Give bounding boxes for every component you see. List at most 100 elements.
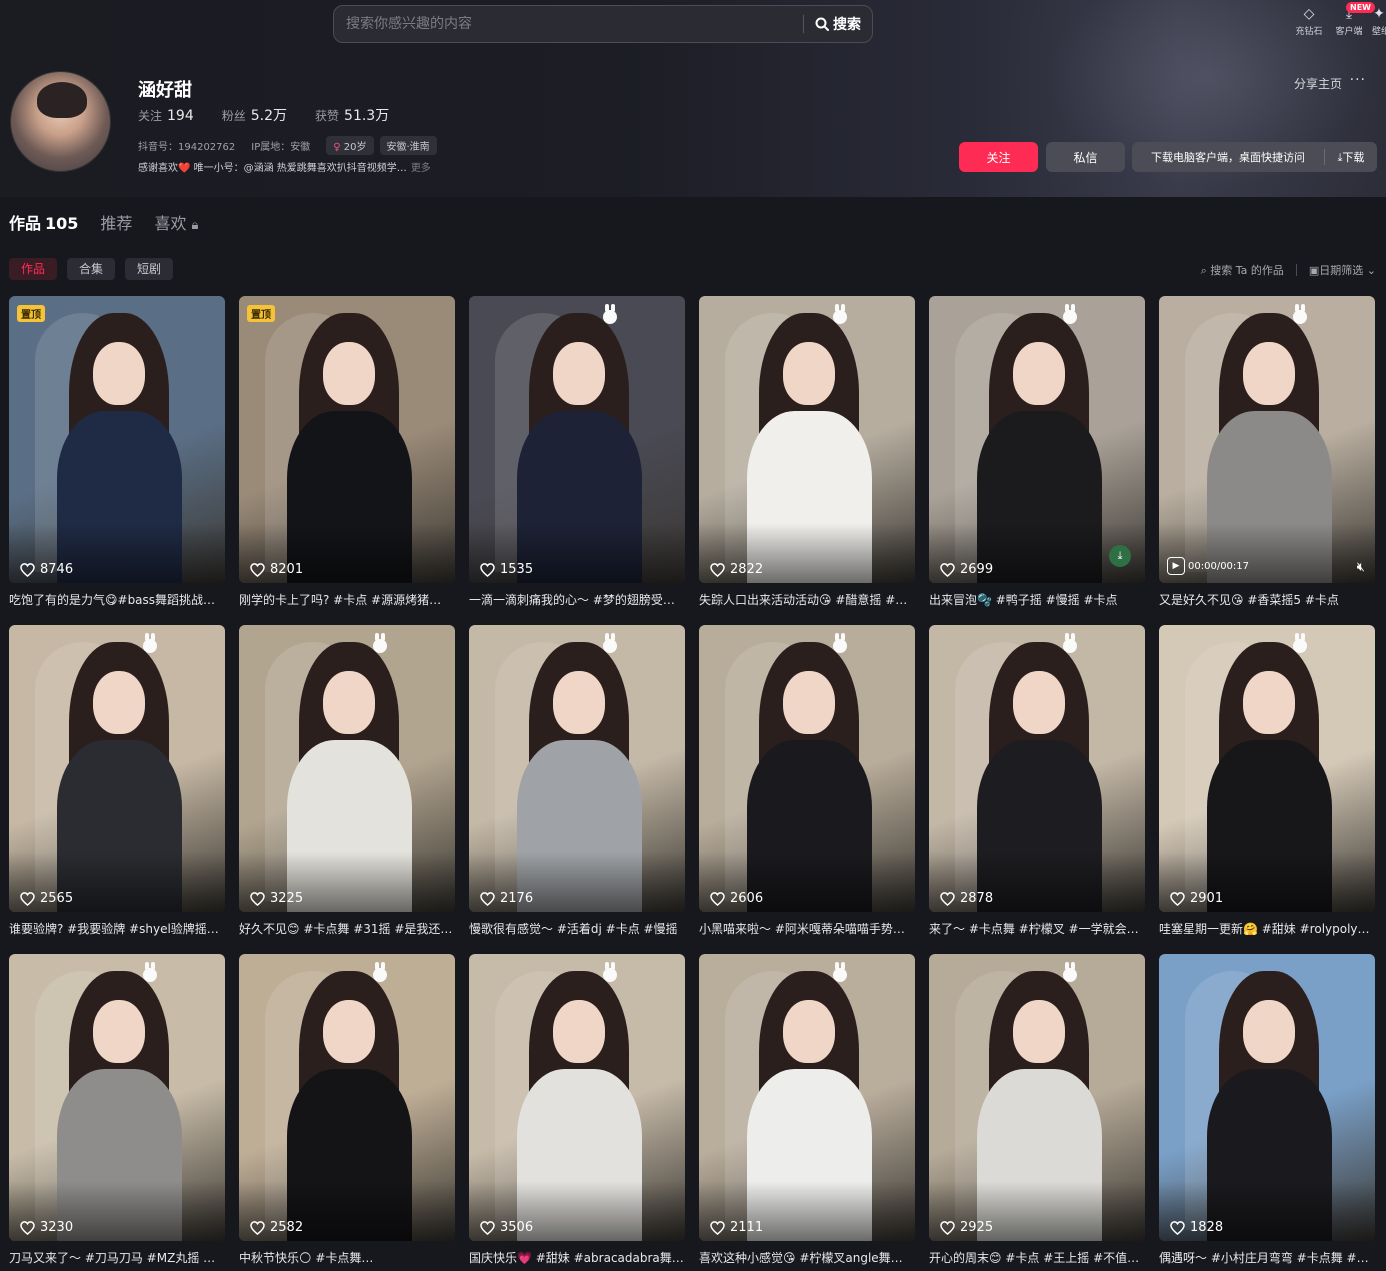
tab-recommend[interactable]: 推荐 (100, 210, 132, 234)
video-caption[interactable]: 吃饱了有的是力气😋#bass舞蹈挑战… (9, 591, 225, 608)
download-button[interactable]: ⤓下载 (1325, 149, 1377, 165)
video-caption[interactable]: 偶遇呀～ #小村庄月弯弯 #卡点舞 #… (1159, 1249, 1375, 1266)
video-card[interactable]: 2111 喜欢这种小感觉😘 #柠檬叉angle舞… (699, 954, 915, 1271)
heart-icon (940, 1220, 955, 1235)
video-thumbnail[interactable]: 2699 ⤓ (929, 296, 1145, 583)
top-action-wallpaper[interactable]: ✦ 壁纸 (1372, 4, 1386, 37)
thumbnail-figure-face (553, 999, 606, 1064)
profile-meta: 抖音号：194202762 IP属地：安徽 ♀ 20岁 安徽·淮南 (138, 136, 437, 155)
share-profile-button[interactable]: 分享主页 (1294, 75, 1342, 92)
subtab-short-dramas[interactable]: 短剧 (125, 258, 174, 280)
video-thumbnail[interactable]: 2111 (699, 954, 915, 1241)
like-count: 3506 (480, 1220, 533, 1235)
like-count: 2565 (20, 891, 73, 906)
like-count: 2111 (710, 1220, 763, 1235)
bunny-hairclip-icon (832, 633, 847, 654)
video-card[interactable]: 2176 慢歌很有感觉～ #活着dj #卡点 #慢摇 (469, 625, 685, 954)
more-options-icon[interactable]: ··· (1350, 72, 1366, 88)
video-thumbnail[interactable]: 2565 (9, 625, 225, 912)
video-card[interactable]: 置顶 8746 吃饱了有的是力气😋#bass舞蹈挑战… (9, 296, 225, 625)
tab-works[interactable]: 作品 105 (9, 210, 78, 234)
subtab-collections[interactable]: 合集 (67, 258, 116, 280)
works-count: 105 (45, 214, 79, 233)
download-icon[interactable]: ⤓ (1109, 545, 1131, 567)
video-thumbnail[interactable]: 置顶 8746 (9, 296, 225, 583)
video-card[interactable]: 3225 好久不见😊 #卡点舞 #31摇 #是我还… (239, 625, 455, 954)
top-action-diamond[interactable]: ◇ 充钻石 (1292, 4, 1326, 37)
video-thumbnail[interactable]: 3506 (469, 954, 685, 1241)
heart-icon (250, 562, 265, 577)
top-action-client[interactable]: NEW ⤓ 客户端 (1332, 2, 1375, 37)
top-action-label: 客户端 (1335, 27, 1363, 37)
video-caption[interactable]: 一滴一滴刺痛我的心～ #梦的翅膀受… (469, 591, 685, 608)
like-count: 3225 (250, 891, 303, 906)
video-thumbnail[interactable]: 2925 (929, 954, 1145, 1241)
video-caption[interactable]: 慢歌很有感觉～ #活着dj #卡点 #慢摇 (469, 920, 685, 937)
top-actions: ◇ 充钻石 NEW ⤓ 客户端 ✦ 壁纸 (1292, 2, 1386, 37)
desktop-client-button[interactable]: 下载电脑客户端，桌面快捷访问 ⤓下载 (1132, 142, 1377, 172)
video-caption[interactable]: 国庆快乐💗 #甜妹 #abracadabra舞… (469, 1249, 685, 1266)
video-caption[interactable]: 又是好久不见😘 #香菜摇5 #卡点 (1159, 591, 1375, 608)
video-caption[interactable]: 中秋节快乐🌕 #卡点舞… (239, 1249, 455, 1266)
video-card[interactable]: 2901 哇塞星期一更新🤗 #甜妹 #rolypoly… (1159, 625, 1375, 954)
video-caption[interactable]: 刚学的卡上了吗? #卡点 #源源烤猪… (239, 591, 455, 608)
message-button[interactable]: 私信 (1046, 142, 1125, 172)
video-thumbnail[interactable]: 置顶 8201 (239, 296, 455, 583)
diamond-icon: ◇ (1303, 6, 1315, 22)
play-icon[interactable]: ▶ (1167, 557, 1185, 575)
tab-likes[interactable]: 喜欢 🔒︎ (154, 210, 198, 234)
video-thumbnail[interactable]: 2606 (699, 625, 915, 912)
search-input[interactable] (334, 6, 803, 42)
search-box: 搜索 (333, 5, 873, 43)
video-card[interactable]: 2878 来了～ #卡点舞 #柠檬叉 #一学就会… (929, 625, 1145, 954)
video-caption[interactable]: 小黑喵来啦～ #阿米嘎蒂朵喵喵手势… (699, 920, 915, 937)
like-count: 2699 (940, 562, 993, 577)
video-thumbnail[interactable]: 2176 (469, 625, 685, 912)
video-card[interactable]: 2565 谁要验牌? #我要验牌 #shyel验牌摇… (9, 625, 225, 954)
video-thumbnail[interactable]: 3225 (239, 625, 455, 912)
search-button[interactable]: 搜索 (804, 6, 872, 42)
video-thumbnail[interactable]: 2901 (1159, 625, 1375, 912)
thumbnail-figure-face (323, 341, 376, 406)
avatar[interactable] (10, 71, 111, 172)
video-thumbnail[interactable]: 1828 (1159, 954, 1375, 1241)
video-caption[interactable]: 来了～ #卡点舞 #柠檬叉 #一学就会… (929, 920, 1145, 937)
video-caption[interactable]: 谁要验牌? #我要验牌 #shyel验牌摇… (9, 920, 225, 937)
video-card[interactable]: 1828 偶遇呀～ #小村庄月弯弯 #卡点舞 #… (1159, 954, 1375, 1271)
date-filter-button[interactable]: ▣日期筛选 ⌄ (1309, 262, 1376, 278)
video-caption[interactable]: 出来冒泡🫧 #鸭子摇 #慢摇 #卡点 (929, 591, 1145, 608)
likes-count: 51.3万 (344, 108, 390, 124)
video-card[interactable]: ▶ 00:00/00:17 🔇︎ 又是好久不见😘 #香菜摇5 #卡点 (1159, 296, 1375, 625)
lock-icon: 🔒︎ (191, 218, 199, 233)
video-caption[interactable]: 哇塞星期一更新🤗 #甜妹 #rolypoly… (1159, 920, 1375, 937)
search-works-button[interactable]: ⌕ 搜索 Ta 的作品 (1201, 262, 1284, 278)
wallpaper-icon: ✦ (1373, 6, 1385, 22)
video-thumbnail[interactable]: 3230 (9, 954, 225, 1241)
mute-icon[interactable]: 🔇︎ (1357, 560, 1365, 575)
video-card[interactable]: 3230 刀马又来了～ #刀马刀马 #MZ丸摇 #… (9, 954, 225, 1271)
bio-more-link[interactable]: 更多 (411, 163, 431, 174)
video-caption[interactable]: 开心的周末😊 #卡点 #王上摇 #不值… (929, 1249, 1145, 1266)
video-caption[interactable]: 喜欢这种小感觉😘 #柠檬叉angle舞… (699, 1249, 915, 1266)
video-caption[interactable]: 好久不见😊 #卡点舞 #31摇 #是我还… (239, 920, 455, 937)
video-card[interactable]: 置顶 8201 刚学的卡上了吗? #卡点 #源源烤猪… (239, 296, 455, 625)
video-card[interactable]: 3506 国庆快乐💗 #甜妹 #abracadabra舞… (469, 954, 685, 1271)
video-card[interactable]: 2925 开心的周末😊 #卡点 #王上摇 #不值… (929, 954, 1145, 1271)
video-card[interactable]: 2582 中秋节快乐🌕 #卡点舞… (239, 954, 455, 1271)
following-stat[interactable]: 关注 194 (138, 107, 194, 124)
video-thumbnail[interactable]: 2822 (699, 296, 915, 583)
video-card[interactable]: 2699 ⤓ 出来冒泡🫧 #鸭子摇 #慢摇 #卡点 (929, 296, 1145, 625)
followers-stat[interactable]: 粉丝 5.2万 (222, 105, 287, 125)
video-caption[interactable]: 刀马又来了～ #刀马刀马 #MZ丸摇 #… (9, 1249, 225, 1266)
video-thumbnail[interactable]: 2878 (929, 625, 1145, 912)
subtab-works[interactable]: 作品 (9, 258, 58, 280)
video-caption[interactable]: 失踪人口出来活动活动😘 #醋意摇 #… (699, 591, 915, 608)
video-thumbnail[interactable]: ▶ 00:00/00:17 🔇︎ (1159, 296, 1375, 583)
video-card[interactable]: 1535 一滴一滴刺痛我的心～ #梦的翅膀受… (469, 296, 685, 625)
video-thumbnail[interactable]: 1535 (469, 296, 685, 583)
video-thumbnail[interactable]: 2582 (239, 954, 455, 1241)
video-card[interactable]: 2822 失踪人口出来活动活动😘 #醋意摇 #… (699, 296, 915, 625)
follow-button[interactable]: 关注 (959, 142, 1038, 172)
video-card[interactable]: 2606 小黑喵来啦～ #阿米嘎蒂朵喵喵手势… (699, 625, 915, 954)
heart-icon (20, 891, 35, 906)
